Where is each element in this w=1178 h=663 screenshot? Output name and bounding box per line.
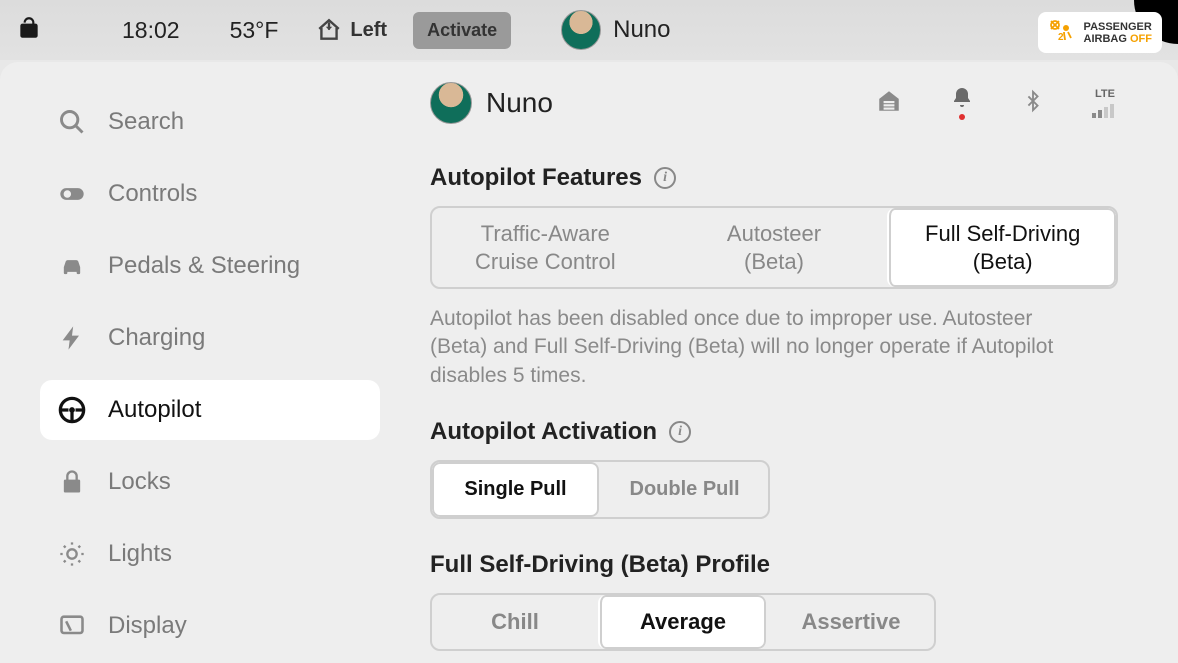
feature-option-autosteer[interactable]: Autosteer (Beta) [659,208,888,287]
main-header: Nuno LTE [430,82,1118,124]
sidebar-item-label: Pedals & Steering [108,252,300,280]
sidebar-item-search[interactable]: Search [40,92,380,152]
airbag-text: PASSENGER AIRBAG OFF [1084,21,1152,45]
car-icon [58,252,86,280]
sidebar-item-lights[interactable]: Lights [40,524,380,584]
profile-option-average[interactable]: Average [598,595,766,649]
sidebar-item-display[interactable]: Display [40,596,380,656]
main-panel: Nuno LTE Autopilot Features i Traffic-Aw… [400,62,1178,663]
profile-name: Nuno [613,16,670,44]
activation-option-double[interactable]: Double Pull [599,462,768,517]
notification-dot [959,114,965,120]
section-title-features: Autopilot Features i [430,164,1118,192]
signal-bars-icon [1092,102,1118,118]
airbag-badge[interactable]: 2 PASSENGER AIRBAG OFF [1038,12,1162,53]
sidebar-item-label: Charging [108,324,205,352]
sidebar-item-label: Autopilot [108,396,201,424]
fsd-profile-segmented: Chill Average Assertive [430,593,936,651]
sidebar-item-controls[interactable]: Controls [40,164,380,224]
main-profile[interactable]: Nuno [430,82,553,124]
avatar [561,10,601,50]
avatar [430,82,472,124]
profile-selector[interactable]: Nuno [561,10,670,50]
lock-icon [58,468,86,496]
sidebar-item-label: Display [108,612,187,640]
activate-button[interactable]: Activate [413,12,511,49]
feature-option-tacc[interactable]: Traffic-Aware Cruise Control [432,208,659,287]
svg-text:2: 2 [1058,32,1064,42]
activation-option-single[interactable]: Single Pull [432,462,599,517]
activation-segmented: Single Pull Double Pull [430,460,770,519]
search-icon [58,108,86,136]
profile-option-assertive[interactable]: Assertive [766,595,934,649]
features-note: Autopilot has been disabled once due to … [430,305,1090,390]
sidebar-item-charging[interactable]: Charging [40,308,380,368]
homelink-label: Left [350,19,387,42]
notifications-icon[interactable] [950,86,974,120]
main-profile-name: Nuno [486,87,553,119]
steering-wheel-icon [58,396,86,424]
feature-option-fsd[interactable]: Full Self-Driving (Beta) [887,208,1116,287]
features-segmented: Traffic-Aware Cruise Control Autosteer (… [430,206,1118,289]
display-icon [58,612,86,640]
signal-indicator[interactable]: LTE [1092,88,1118,118]
profile-option-chill[interactable]: Chill [432,595,598,649]
signal-label: LTE [1095,88,1115,100]
section-title-fsd-profile: Full Self-Driving (Beta) Profile [430,551,1118,579]
sidebar-item-label: Locks [108,468,171,496]
sidebar-item-label: Search [108,108,184,136]
bolt-icon [58,324,86,352]
top-bar: 18:02 53°F Left Activate Nuno 2 PASSENGE… [0,0,1178,60]
info-icon[interactable]: i [654,167,676,189]
sidebar-item-label: Lights [108,540,172,568]
clock: 18:02 [122,17,180,44]
section-title-activation: Autopilot Activation i [430,418,1118,446]
bluetooth-icon[interactable] [1022,88,1044,119]
info-icon[interactable]: i [669,421,691,443]
sidebar-item-label: Controls [108,180,197,208]
status-icons: LTE [876,86,1118,120]
sidebar-item-pedals[interactable]: Pedals & Steering [40,236,380,296]
airbag-icon: 2 [1048,18,1076,47]
lock-icon[interactable] [16,15,42,46]
sidebar: Search Controls Pedals & Steering Chargi… [0,62,400,663]
home-icon [316,17,342,43]
temperature: 53°F [230,17,279,44]
sidebar-item-locks[interactable]: Locks [40,452,380,512]
garage-icon[interactable] [876,88,902,119]
toggle-icon [58,180,86,208]
content-body: Search Controls Pedals & Steering Chargi… [0,62,1178,663]
sidebar-item-autopilot[interactable]: Autopilot [40,380,380,440]
homelink-group[interactable]: Left [316,17,387,43]
light-icon [58,540,86,568]
